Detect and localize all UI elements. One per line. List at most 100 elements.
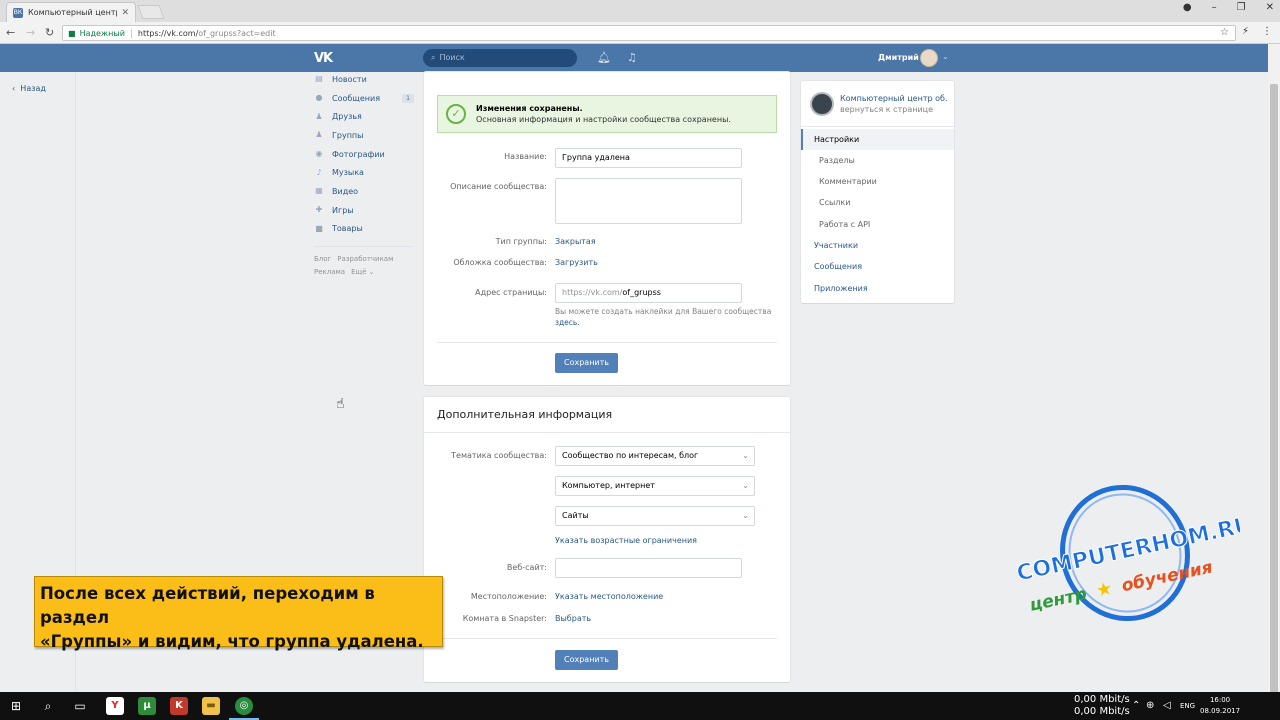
topic-select-value: Сообщество по интересам, блог xyxy=(562,451,699,460)
user-name[interactable]: Дмитрий xyxy=(878,53,919,62)
additional-info-card: Дополнительная информация Тематика сообщ… xyxy=(424,397,790,682)
back-arrow-icon[interactable]: ← xyxy=(6,26,15,39)
nav-item-comments[interactable]: Комментарии xyxy=(801,171,954,192)
file-explorer-icon[interactable]: ▬ xyxy=(202,697,220,715)
person-icon: ♟ xyxy=(315,111,323,121)
menu-footer-links: Блог Разработчикам Реклама Ещё ⌄ xyxy=(314,253,414,279)
save-button[interactable]: Сохранить xyxy=(555,353,618,373)
scrollbar-thumb[interactable] xyxy=(1270,84,1278,720)
search-input[interactable]: ⌕ Поиск xyxy=(423,49,577,67)
tab-close-icon[interactable]: ✕ xyxy=(121,8,129,18)
tray-volume-icon[interactable]: ◁ xyxy=(1163,700,1171,711)
nav-item-links[interactable]: Ссылки xyxy=(801,192,954,213)
menu-item-games[interactable]: ✚ Игры xyxy=(314,201,414,220)
profile-icon[interactable]: ● xyxy=(1183,2,1192,13)
notifications-bell-icon[interactable]: 🔔︎ xyxy=(597,51,611,64)
chrome-menu-icon[interactable]: ⋮ xyxy=(1262,26,1272,37)
clock[interactable]: 16:00 08.09.2017 xyxy=(1200,695,1240,717)
address-prefix: https://vk.com/ xyxy=(562,288,623,297)
reload-icon[interactable]: ↻ xyxy=(45,26,54,39)
community-name[interactable]: Компьютерный центр об... xyxy=(840,94,948,103)
menu-item-photos[interactable]: ◉ Фотографии xyxy=(314,145,414,164)
caption-line-2: «Группы» и видим, что группа удалена. xyxy=(40,632,424,651)
menu-item-news[interactable]: ▤ Новости xyxy=(314,70,414,89)
back-link[interactable]: ‹ Назад xyxy=(12,84,46,93)
menu-item-goods[interactable]: ■ Товары xyxy=(314,220,414,239)
address-bar-row: ← → ↻ ■ Надежный https://vk.com/of_grups… xyxy=(0,22,1280,44)
menu-item-friends[interactable]: ♟ Друзья xyxy=(314,107,414,126)
name-input[interactable]: Группа удалена xyxy=(555,148,742,168)
menu-item-video[interactable]: ▦ Видео xyxy=(314,182,414,201)
group-type-link[interactable]: Закрытая xyxy=(555,237,596,246)
description-textarea[interactable] xyxy=(555,178,742,224)
subtopic2-select[interactable]: Сайты ⌄ xyxy=(555,506,755,526)
success-title: Изменения сохранены. xyxy=(476,104,583,113)
bookmark-star-icon[interactable]: ☆ xyxy=(1220,27,1229,38)
yandex-browser-icon[interactable]: Y xyxy=(106,697,124,715)
menu-item-label: Группы xyxy=(332,130,364,140)
browser-tab[interactable]: ВК Компьютерный центр с ✕ xyxy=(6,2,136,22)
divider xyxy=(437,342,777,343)
footer-link-blog[interactable]: Блог xyxy=(314,255,331,263)
avatar[interactable] xyxy=(920,49,938,67)
chrome-icon[interactable]: ◎ xyxy=(235,697,253,715)
tray-network-icon[interactable]: ⊕ xyxy=(1146,700,1154,711)
footer-link-ads[interactable]: Реклама xyxy=(314,268,345,276)
language-indicator[interactable]: ENG xyxy=(1180,702,1195,710)
location-label: Местоположение: xyxy=(470,592,547,601)
vk-logo[interactable]: VK xyxy=(314,51,333,66)
address-hint: Вы можете создать наклейки для Вашего со… xyxy=(555,306,785,328)
new-tab-button[interactable] xyxy=(137,5,165,19)
restore-button[interactable]: ❐ xyxy=(1237,2,1246,13)
vk-header: VK ⌕ Поиск 🔔︎ ♫ Дмитрий ⌄ xyxy=(0,44,1268,72)
nav-item-messages[interactable]: Сообщения xyxy=(801,256,954,277)
snapster-link[interactable]: Выбрать xyxy=(555,614,591,623)
nav-item-members[interactable]: Участники xyxy=(801,235,954,256)
kaspersky-icon[interactable]: K xyxy=(170,697,188,715)
close-window-button[interactable]: ✕ xyxy=(1266,2,1274,13)
age-limits-link[interactable]: Указать возрастные ограничения xyxy=(555,536,697,545)
menu-item-music[interactable]: ♪ Музыка xyxy=(314,163,414,182)
star-icon: ★ xyxy=(1094,578,1114,602)
topic-select[interactable]: Сообщество по интересам, блог ⌄ xyxy=(555,446,755,466)
website-label: Веб-сайт: xyxy=(506,563,547,572)
address-input[interactable]: https://vk.com/of_grupss xyxy=(555,283,742,303)
footer-link-more[interactable]: Ещё ⌄ xyxy=(351,268,374,276)
search-icon[interactable]: ⌕ xyxy=(40,698,56,714)
menu-item-groups[interactable]: ♟ Группы xyxy=(314,126,414,145)
location-link[interactable]: Указать местоположение xyxy=(555,592,663,601)
community-header[interactable]: Компьютерный центр об... вернуться к стр… xyxy=(801,81,954,127)
windows-start-icon[interactable]: ⊞ xyxy=(8,698,24,714)
tray-chevron-up-icon[interactable]: ⌃ xyxy=(1132,700,1140,711)
utorrent-icon[interactable]: μ xyxy=(138,697,156,715)
music-icon: ♪ xyxy=(316,167,322,177)
chevron-down-icon[interactable]: ⌄ xyxy=(942,52,949,61)
music-player-icon[interactable]: ♫ xyxy=(627,51,637,64)
minimize-button[interactable]: – xyxy=(1212,2,1217,13)
footer-link-developers[interactable]: Разработчикам xyxy=(337,255,393,263)
stickers-here-link[interactable]: здесь. xyxy=(555,318,580,327)
nav-item-sections[interactable]: Разделы xyxy=(801,150,954,171)
tab-title: Компьютерный центр с xyxy=(28,8,117,17)
tutorial-caption: После всех действий, переходим в раздел … xyxy=(34,576,443,651)
save-button[interactable]: Сохранить xyxy=(555,650,618,670)
nav-item-apps[interactable]: Приложения xyxy=(801,278,954,299)
extension-icon[interactable]: ⚡ xyxy=(1242,26,1249,37)
url-input[interactable]: ■ Надежный https://vk.com/of_grupss?act=… xyxy=(62,25,1236,41)
additional-info-title: Дополнительная информация xyxy=(437,408,613,421)
forward-arrow-icon[interactable]: → xyxy=(26,26,35,39)
subtopic-select[interactable]: Компьютер, интернет ⌄ xyxy=(555,476,755,496)
community-avatar xyxy=(810,92,834,116)
nav-item-settings[interactable]: Настройки xyxy=(801,129,954,150)
cover-upload-link[interactable]: Загрузить xyxy=(555,258,598,267)
description-label: Описание сообщества: xyxy=(450,182,547,191)
nav-item-api[interactable]: Работа с API xyxy=(801,214,954,235)
messages-counter-badge: 1 xyxy=(402,93,414,103)
website-input[interactable] xyxy=(555,558,742,578)
page-scrollbar[interactable] xyxy=(1268,44,1280,720)
chevron-left-icon: ‹ xyxy=(12,84,16,93)
back-to-page-link[interactable]: вернуться к странице xyxy=(840,105,933,114)
menu-item-messages[interactable]: ● Сообщения 1 xyxy=(314,89,414,108)
clock-time: 16:00 xyxy=(1209,696,1231,704)
task-view-icon[interactable]: ▭ xyxy=(72,698,88,714)
